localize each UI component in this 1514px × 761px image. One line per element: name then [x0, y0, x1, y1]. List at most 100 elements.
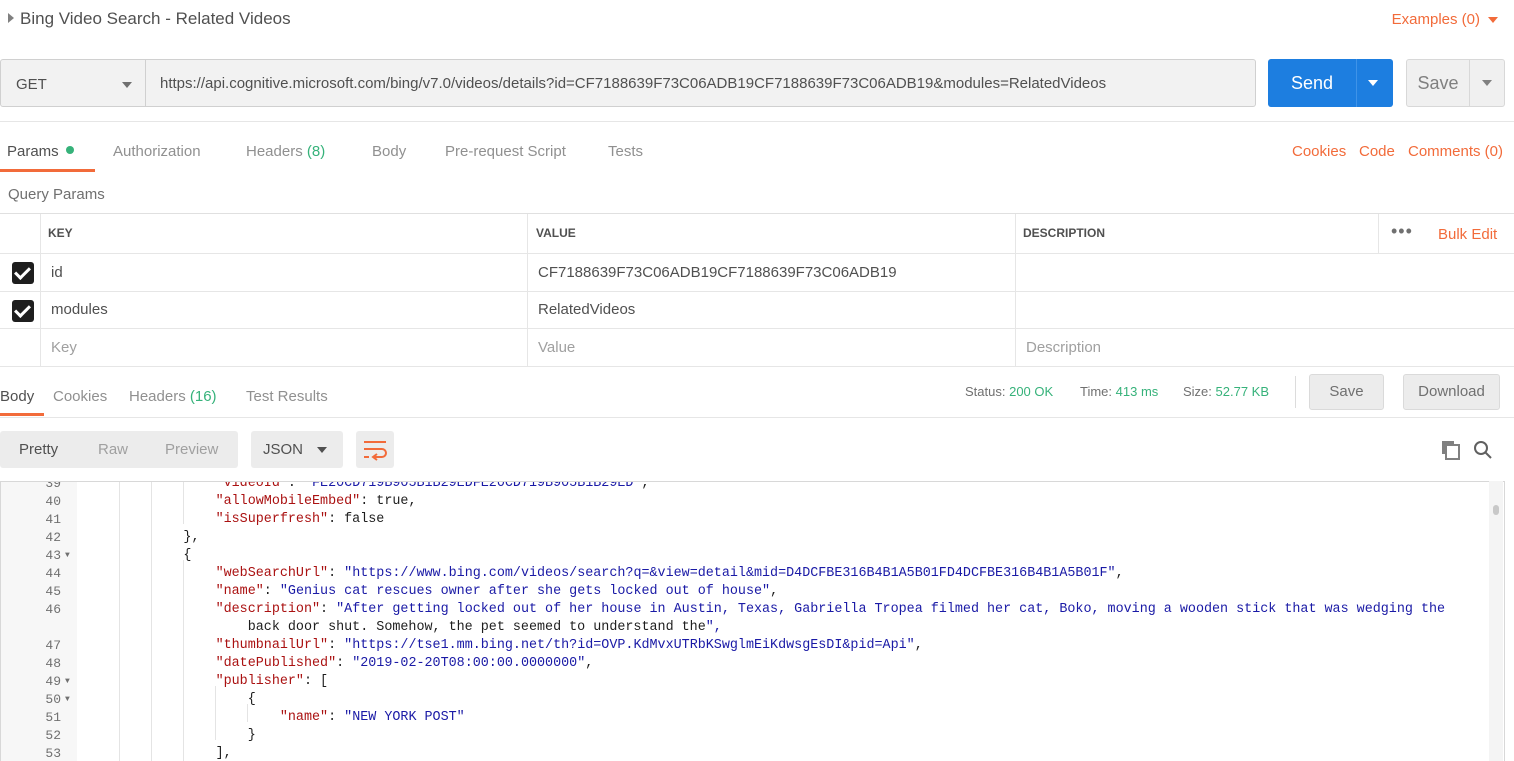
wrap-lines-button[interactable]	[356, 431, 394, 468]
param-value-id[interactable]: CF7188639F73C06ADB19CF7188639F73C06ADB19	[538, 264, 897, 281]
param-key-modules[interactable]: modules	[51, 301, 108, 318]
save-divider	[1469, 60, 1470, 106]
format-raw[interactable]: Raw	[98, 441, 128, 458]
code-text: back door shut. Somehow, the pet seemed …	[87, 620, 722, 635]
line-number: 51	[45, 710, 61, 725]
response-tab-body[interactable]: Body	[0, 388, 34, 405]
comments-link[interactable]: Comments (0)	[1408, 143, 1503, 160]
param-checkbox-id[interactable]	[12, 262, 34, 284]
code-text: "isSuperfresh": false	[215, 512, 385, 527]
tab-tests[interactable]: Tests	[608, 143, 643, 160]
url-input[interactable]: https://api.cognitive.microsoft.com/bing…	[146, 59, 1256, 107]
new-value-input[interactable]: Value	[538, 339, 575, 356]
line-number: 53	[45, 746, 61, 761]
line-number: 40	[45, 494, 61, 509]
copy-icon[interactable]	[1441, 440, 1461, 465]
url-value: https://api.cognitive.microsoft.com/bing…	[160, 75, 1107, 92]
download-button[interactable]: Download	[1403, 374, 1500, 410]
format-toggle: Pretty Raw Preview	[0, 431, 238, 468]
response-tab-cookies[interactable]: Cookies	[53, 388, 107, 405]
tab-headers[interactable]: Headers (8)	[246, 143, 325, 160]
scrollbar-thumb[interactable]	[1493, 505, 1499, 515]
fold-caret-icon[interactable]: ▼	[65, 673, 70, 691]
param-key-id[interactable]: id	[51, 264, 63, 281]
time-label: Time:	[1080, 384, 1113, 399]
divider	[0, 417, 1514, 418]
param-checkbox-modules[interactable]	[12, 300, 34, 322]
send-label: Send	[1290, 73, 1334, 93]
send-options-chevron-icon[interactable]	[1368, 80, 1378, 86]
line-number: 49	[45, 674, 61, 689]
query-params-title: Query Params	[8, 186, 105, 203]
status-readout: Status: 200 OK	[965, 384, 1053, 399]
divider	[0, 121, 1514, 122]
send-button[interactable]: Send	[1268, 59, 1393, 107]
save-response-button[interactable]: Save	[1309, 374, 1384, 410]
language-label: JSON	[263, 441, 304, 458]
status-value: 200 OK	[1009, 384, 1054, 399]
code-text: {	[87, 548, 192, 563]
line-number: 47	[45, 638, 61, 653]
more-options-icon[interactable]: •••	[1391, 221, 1413, 242]
code-text: "datePublished": "2019-02-20T08:00:00.00…	[215, 656, 594, 671]
line-number: 41	[45, 512, 61, 527]
tab-params[interactable]: Params	[7, 143, 74, 160]
collapse-caret-icon[interactable]	[8, 13, 14, 23]
line-number: 42	[45, 530, 61, 545]
format-preview[interactable]: Preview	[165, 441, 218, 458]
code-text: },	[87, 530, 200, 545]
save-button[interactable]: Save	[1406, 59, 1505, 107]
format-pretty[interactable]: Pretty	[19, 441, 58, 458]
time-readout: Time: 413 ms	[1080, 384, 1158, 399]
tab-body[interactable]: Body	[372, 143, 406, 160]
code-text: "webSearchUrl": "https://www.bing.com/vi…	[215, 566, 1124, 581]
response-tab-headers[interactable]: Headers (16)	[129, 388, 217, 405]
bulk-edit-link[interactable]: Bulk Edit	[1438, 226, 1497, 243]
search-icon[interactable]	[1473, 440, 1493, 465]
save-options-chevron-icon[interactable]	[1482, 80, 1492, 86]
send-divider	[1356, 59, 1357, 107]
response-body-viewer[interactable]: 39 "videoId": "FE20CD719B905B1B29EDFE20C…	[0, 481, 1505, 761]
status-label: Status:	[965, 384, 1006, 399]
fold-caret-icon[interactable]: ▼	[65, 691, 70, 709]
response-headers-count: (16)	[189, 388, 217, 405]
line-number: 52	[45, 728, 61, 743]
tab-authorization[interactable]: Authorization	[113, 143, 201, 160]
time-value: 413 ms	[1115, 384, 1159, 399]
response-headers-label: Headers	[129, 388, 186, 405]
code-text: "allowMobileEmbed": true,	[215, 494, 417, 509]
request-title[interactable]: Bing Video Search - Related Videos	[20, 9, 291, 29]
code-text: }	[87, 728, 256, 743]
tab-prerequest-script[interactable]: Pre-request Script	[445, 143, 566, 160]
checkmark-icon	[14, 263, 31, 280]
fold-caret-icon[interactable]: ▼	[65, 547, 70, 565]
param-value-modules[interactable]: RelatedVideos	[538, 301, 635, 318]
size-value: 52.77 KB	[1215, 384, 1270, 399]
new-description-input[interactable]: Description	[1026, 339, 1101, 356]
vertical-scrollbar[interactable]	[1489, 481, 1503, 761]
size-label: Size:	[1183, 384, 1212, 399]
save-label: Save	[1417, 73, 1459, 93]
size-readout: Size: 52.77 KB	[1183, 384, 1269, 399]
language-select[interactable]: JSON	[251, 431, 343, 468]
headers-count: (8)	[306, 143, 326, 160]
new-key-input[interactable]: Key	[51, 339, 77, 356]
chevron-down-icon[interactable]	[1488, 17, 1498, 23]
line-number: 45	[45, 584, 61, 599]
cookies-link[interactable]: Cookies	[1292, 143, 1346, 160]
code-link[interactable]: Code	[1359, 143, 1395, 160]
line-number: 39	[45, 481, 61, 491]
code-text: "name": "NEW YORK POST"	[279, 710, 465, 725]
code-text: "videoId": "FE20CD719B905B1B29EDFE20CD71…	[215, 481, 650, 491]
code-text: "publisher": [	[215, 674, 329, 689]
response-tab-test-results[interactable]: Test Results	[246, 388, 328, 405]
examples-dropdown[interactable]: Examples (0)	[1392, 11, 1480, 28]
tab-headers-label: Headers	[246, 143, 303, 160]
line-number: 46	[45, 602, 61, 617]
checkmark-icon	[14, 301, 31, 318]
params-indicator-dot	[65, 146, 74, 155]
active-tab-underline	[0, 413, 44, 416]
code-text: "name": "Genius cat rescues owner after …	[215, 584, 779, 599]
method-select[interactable]: GET	[0, 59, 146, 107]
code-text: "description": "After getting locked out…	[215, 602, 1446, 617]
